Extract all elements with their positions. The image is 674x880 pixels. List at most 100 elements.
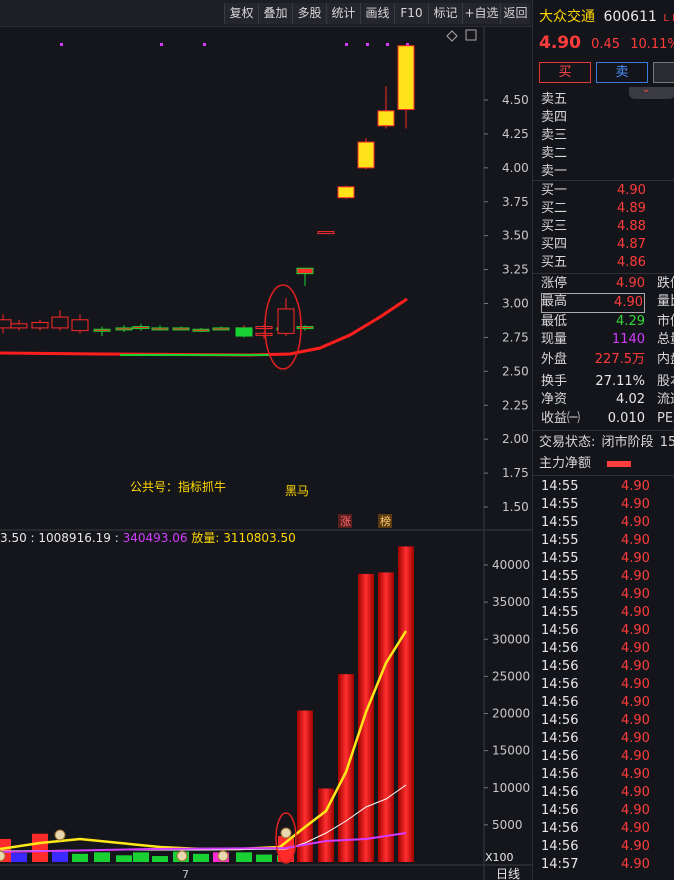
tick-time: 14:56 <box>541 767 579 782</box>
price-tick-label: 2.00 <box>502 432 529 446</box>
ask-row[interactable]: 卖三 <box>541 127 567 145</box>
indicator-value: 340493.06 <box>123 531 188 545</box>
panel-toggle-icon <box>465 29 477 41</box>
toolbar-button-6[interactable]: 标记 <box>428 3 462 24</box>
bid-row[interactable]: 买一 4.90 <box>541 182 646 200</box>
ask-row[interactable]: 卖二 <box>541 145 567 163</box>
tick-row: 14:56 4.90 <box>541 820 650 838</box>
trade-status-extra: 15 <box>659 435 674 450</box>
tick-price: 4.90 <box>621 857 650 872</box>
stats-divider <box>533 273 674 274</box>
stock-code: 600611 <box>603 9 657 25</box>
signal-dot <box>386 43 389 46</box>
volume-bar <box>11 853 27 862</box>
tick-time: 14:56 <box>541 713 579 728</box>
chart-area[interactable]: 4.50 4.25 4.00 3.75 3.50 3.25 3.00 2.75 2.50 2.25… <box>0 27 532 880</box>
ask-row[interactable]: 卖一 <box>541 163 567 181</box>
toolbar-button-8[interactable]: 返回 <box>500 3 530 24</box>
stat-row: 现量1140总量 <box>541 331 674 349</box>
kline-chart-svg[interactable]: 4.50 4.25 4.00 3.75 3.50 3.25 3.00 2.75 2.50 2.25… <box>0 27 532 880</box>
volume-bar <box>398 546 414 862</box>
tick-row: 14:55 4.90 <box>541 496 650 514</box>
collapse-tab[interactable]: ⌄ <box>629 84 674 99</box>
volume-tick-label: 20000 <box>492 707 530 721</box>
tick-price: 4.90 <box>621 515 650 530</box>
tick-price: 4.90 <box>621 713 650 728</box>
mainforce-bar <box>607 460 632 467</box>
money-bag-icon <box>176 850 188 862</box>
volume-bar <box>236 852 252 862</box>
stat-row: 净资4.02流通 <box>541 391 674 409</box>
tick-time: 14:55 <box>541 533 579 548</box>
tick-row: 14:56 4.90 <box>541 658 650 676</box>
volume-tick-label: 10000 <box>492 781 530 795</box>
candle-body <box>115 327 133 331</box>
stat-value: 4.02 <box>616 392 645 407</box>
signal-dot <box>160 43 163 46</box>
volume-bar <box>358 573 374 862</box>
bid-label: 买一 <box>541 183 568 198</box>
bid-row[interactable]: 买四 4.87 <box>541 236 646 254</box>
status-divider <box>533 430 674 431</box>
bid-row[interactable]: 买二 4.89 <box>541 200 646 218</box>
price-tick-label: 2.75 <box>502 330 529 344</box>
volume-bar <box>256 854 272 862</box>
tick-price: 4.90 <box>621 551 650 566</box>
buy-button[interactable]: 买 <box>539 62 591 83</box>
toolbar-button-4[interactable]: 画线 <box>360 3 394 24</box>
stat-row: 最低4.29市值 <box>541 313 674 331</box>
candle-body <box>357 141 375 169</box>
toolbar-button-3[interactable]: 统计 <box>326 3 360 24</box>
tick-row: 14:56 4.90 <box>541 694 650 712</box>
tick-time: 14:56 <box>541 839 579 854</box>
tick-row: 14:55 4.90 <box>541 514 650 532</box>
tick-row: 14:55 4.90 <box>541 550 650 568</box>
stat-row: 外盘227.5万内盘 <box>541 351 674 369</box>
signal-dot <box>203 43 206 46</box>
volume-bar <box>94 852 110 862</box>
volume-bar <box>133 852 149 862</box>
bid-row[interactable]: 买五 4.86 <box>541 254 646 272</box>
stat-label-right: PE <box>657 411 674 426</box>
price-tick-label: 3.75 <box>502 195 529 209</box>
tick-price: 4.90 <box>621 533 650 548</box>
candle-body <box>0 319 12 329</box>
volume-bar <box>193 853 209 862</box>
tick-price: 4.90 <box>621 767 650 782</box>
price-tick-label: 1.75 <box>502 466 529 480</box>
signal-dot <box>345 43 348 46</box>
ask-row[interactable]: 卖五 <box>541 91 567 109</box>
ask-label: 卖三 <box>541 128 568 143</box>
candle-body <box>255 326 273 330</box>
tick-time: 14:56 <box>541 821 579 836</box>
tick-row: 14:56 4.90 <box>541 802 650 820</box>
toolbar-button-5[interactable]: F10 <box>394 3 428 24</box>
tick-price: 4.90 <box>621 785 650 800</box>
toolbar-button-0[interactable]: 复权 <box>224 3 258 24</box>
tick-price: 4.90 <box>621 605 650 620</box>
tick-price: 4.90 <box>621 641 650 656</box>
stat-value: 0.010 <box>607 411 645 426</box>
sell-button[interactable]: 卖 <box>596 62 648 83</box>
bid-price: 4.88 <box>617 219 646 234</box>
stat-row: 收益㈠ 0.010 PE <box>541 410 673 428</box>
candle-body <box>31 321 49 329</box>
tick-price: 4.90 <box>621 803 650 818</box>
stock-suffix: L R <box>663 13 674 24</box>
darkhorse-annotation: 黑马 <box>285 484 309 498</box>
more-trade-button[interactable] <box>653 62 674 83</box>
toolbar-button-2[interactable]: 多股 <box>292 3 326 24</box>
trade-status-label: 交易状态: <box>539 435 596 450</box>
volume-tick-label: 30000 <box>492 632 530 646</box>
toolbar-button-7[interactable]: +自选 <box>462 3 500 24</box>
toolbar-button-1[interactable]: 叠加 <box>258 3 292 24</box>
tick-row: 14:56 4.90 <box>541 838 650 856</box>
bid-price: 4.90 <box>617 183 646 198</box>
bid-row[interactable]: 买三 4.88 <box>541 218 646 236</box>
price-tick-label: 1.50 <box>502 500 529 514</box>
ask-row[interactable]: 卖四 <box>541 109 567 127</box>
zhang-label: 涨 <box>340 515 351 528</box>
tick-time: 14:57 <box>541 857 579 872</box>
tick-price: 4.90 <box>621 569 650 584</box>
tick-time: 14:55 <box>541 497 579 512</box>
